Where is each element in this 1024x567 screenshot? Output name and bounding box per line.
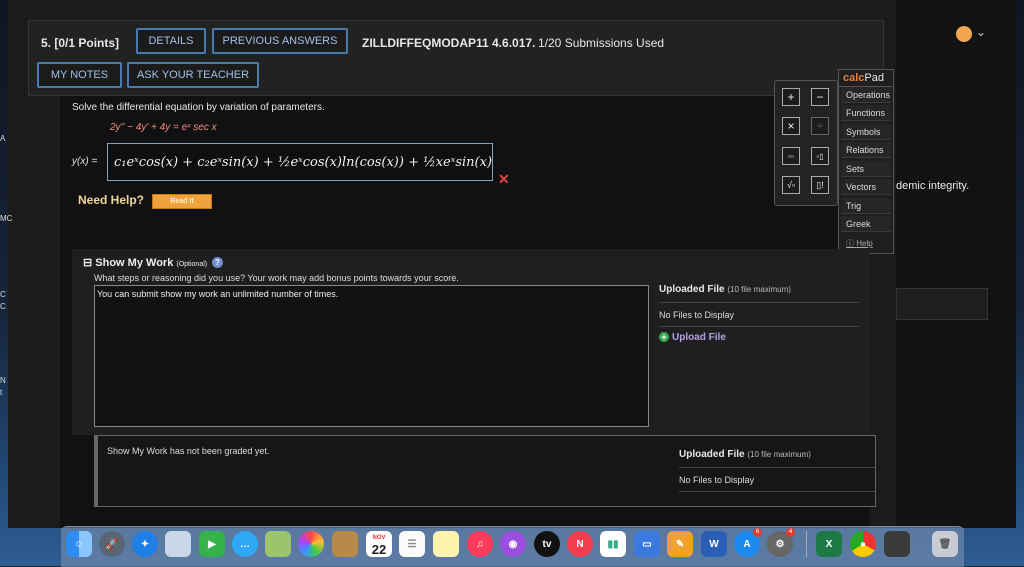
chevron-down-icon[interactable]: ⌄ [976, 25, 986, 39]
news-icon[interactable]: N [567, 531, 593, 557]
calendar-icon[interactable]: NOV 22 [366, 531, 392, 557]
pages-icon[interactable]: ✎ [667, 531, 693, 557]
apple-tv-icon[interactable]: tv [534, 531, 560, 557]
previous-answers-button[interactable]: PREVIOUS ANSWERS [212, 28, 348, 54]
edge-fragment: N [0, 376, 6, 385]
uploaded-file-header-2: Uploaded File (10 file maximum) [679, 449, 811, 460]
word-icon[interactable]: W [701, 531, 727, 557]
uploaded-file-header: Uploaded File (10 file maximum) [659, 284, 791, 295]
upload-file-button[interactable]: + Upload File [659, 332, 726, 343]
reminders-icon[interactable]: ☰ [399, 531, 425, 557]
plus-icon: + [659, 332, 669, 342]
help-question-icon[interactable]: ? [212, 257, 223, 268]
incorrect-icon: ✕ [498, 171, 510, 187]
calcpad-menu: Operations Functions Symbols Relations S… [838, 86, 894, 254]
edge-fragment: A [0, 134, 6, 143]
calc-plus-button[interactable]: + [782, 88, 800, 106]
need-help-label: Need Help? [78, 193, 145, 207]
facetime-icon[interactable]: ▶ [199, 531, 225, 557]
show-my-work-textarea[interactable]: You can submit show my work an unlimited… [94, 285, 649, 427]
optional-label: (Optional) [176, 261, 208, 268]
keynote-icon[interactable]: ▭ [634, 531, 660, 557]
divider [659, 302, 859, 303]
edge-fragment: MC [0, 214, 13, 223]
background-window [896, 0, 1016, 528]
question-number: 5. [0/1 Points] [41, 36, 120, 50]
document-stack-icon[interactable] [884, 531, 910, 557]
calc-menu-vectors[interactable]: Vectors [841, 179, 891, 195]
problem-instruction: Solve the differential equation by varia… [72, 102, 325, 113]
numbers-icon[interactable]: ▮▮ [600, 531, 626, 557]
no-files-text-2: No Files to Display [679, 475, 755, 485]
calc-exponent-button[interactable]: ▫▯ [811, 147, 829, 165]
background-text: demic integrity. [896, 180, 970, 192]
calendar-day: 22 [371, 542, 387, 557]
no-files-text: No Files to Display [659, 310, 735, 320]
uploaded-file-label-2: Uploaded File [679, 449, 745, 460]
show-my-work-question: What steps or reasoning did you use? You… [94, 273, 459, 283]
answer-input[interactable]: c₁eˣcos(x) + c₂eˣsin(x) + ½eˣcos(x)ln(co… [107, 143, 493, 181]
uploaded-file-label: Uploaded File [659, 284, 725, 295]
show-my-work-title-text: Show My Work [95, 257, 174, 269]
contacts-icon[interactable] [332, 531, 358, 557]
maps-icon[interactable] [265, 531, 291, 557]
calc-times-button[interactable]: × [782, 117, 800, 135]
divider [659, 326, 859, 327]
upload-file-label: Upload File [672, 332, 726, 343]
differential-equation: 2y'' − 4y' + 4y = eˣ sec x [110, 122, 217, 133]
user-avatar[interactable] [956, 26, 972, 42]
dock-separator [806, 531, 807, 557]
divider [679, 467, 875, 468]
divider [679, 491, 875, 492]
calc-menu-relations[interactable]: Relations [841, 142, 891, 158]
messages-icon[interactable]: … [232, 531, 258, 557]
excel-icon[interactable]: X [816, 531, 842, 557]
edge-fragment: C [0, 290, 6, 299]
calcpad-title: calcPad [838, 69, 894, 87]
music-icon[interactable]: ♫ [467, 531, 493, 557]
podcasts-icon[interactable]: ◉ [500, 531, 526, 557]
notes-icon[interactable] [433, 531, 459, 557]
safari-icon[interactable]: ✦ [132, 531, 158, 557]
details-button[interactable]: DETAILS [136, 28, 206, 54]
answer-label: y(x) = [72, 156, 98, 167]
edge-fragment: t [0, 388, 3, 397]
ask-teacher-button[interactable]: ASK YOUR TEACHER [127, 62, 259, 88]
calc-menu-sets[interactable]: Sets [841, 161, 891, 177]
calc-sqrt-button[interactable]: √▫ [782, 176, 800, 194]
background-panel [896, 288, 988, 320]
file-max-label: (10 file maximum) [727, 285, 791, 294]
edge-fragment: C [0, 302, 6, 311]
calc-menu-greek[interactable]: Greek [841, 216, 891, 232]
launchpad-icon[interactable]: 🚀 [99, 531, 125, 557]
my-notes-button[interactable]: MY NOTES [37, 62, 122, 88]
file-max-label-2: (10 file maximum) [747, 450, 811, 459]
question-code: ZILLDIFFEQMODAP11 4.6.017. [362, 36, 536, 50]
calc-menu-functions[interactable]: Functions [841, 105, 891, 121]
calcpad-title-bold: calc [843, 72, 865, 84]
calc-divide-button[interactable]: ÷ [811, 117, 829, 135]
question-header: 5. [0/1 Points] DETAILS PREVIOUS ANSWERS… [28, 20, 884, 96]
graded-status-text: Show My Work has not been graded yet. [107, 446, 270, 456]
trash-icon[interactable]: 🗑 [932, 531, 958, 557]
photos-icon[interactable] [298, 531, 324, 557]
tv-label: tv [542, 538, 552, 550]
finder-icon[interactable]: ☺ [66, 531, 92, 557]
chrome-icon[interactable]: ● [850, 531, 876, 557]
calc-factorial-button[interactable]: ▯! [811, 176, 829, 194]
system-preferences-badge: 4 [786, 528, 795, 537]
app-store-badge: 6 [753, 528, 762, 537]
submissions-used: 1/20 Submissions Used [538, 36, 665, 50]
calc-minus-button[interactable]: − [811, 88, 829, 106]
mail-stamp-icon[interactable] [165, 531, 191, 557]
calcpad-title-rest: Pad [864, 72, 884, 84]
read-it-button[interactable]: Read It [152, 194, 212, 209]
calc-menu-symbols[interactable]: Symbols [841, 124, 891, 140]
calc-menu-trig[interactable]: Trig [841, 198, 891, 214]
calc-help-label: Help [856, 239, 873, 248]
show-my-work-title[interactable]: ⊟ Show My Work (Optional) [83, 256, 207, 269]
calc-menu-operations[interactable]: Operations [841, 87, 891, 103]
calc-fraction-button[interactable]: ▫▫ [782, 147, 800, 165]
